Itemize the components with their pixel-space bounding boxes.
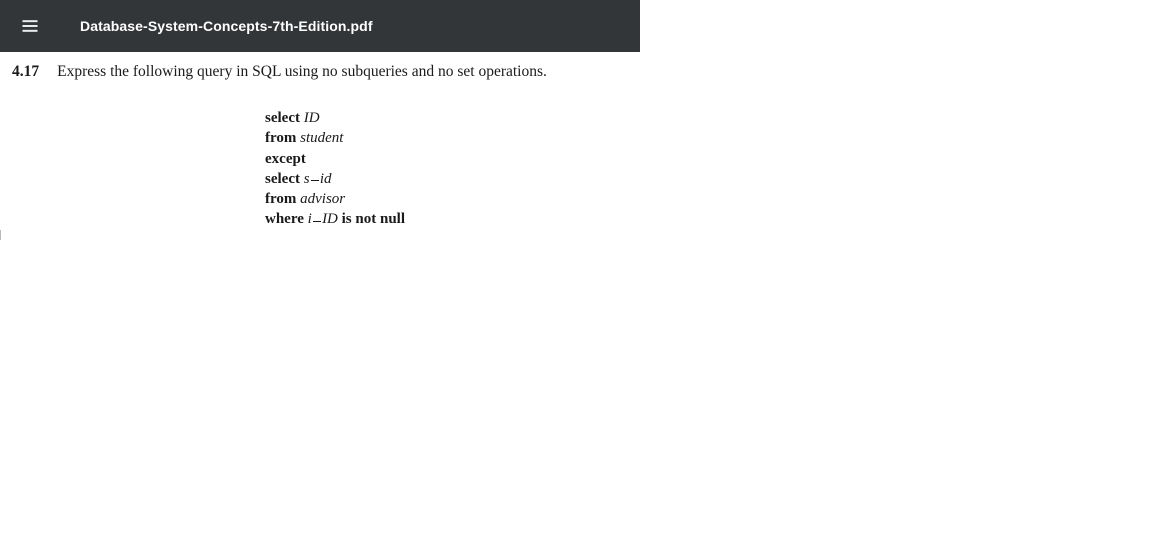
identifier-i-ID: iID — [308, 211, 338, 227]
keyword-select: select — [265, 110, 300, 126]
identifier-s-id: sid — [304, 171, 332, 187]
identifier-student: student — [300, 130, 343, 146]
keyword-is-not-null: is not null — [342, 211, 405, 227]
code-line-3: except — [265, 149, 640, 169]
underscore-icon — [311, 180, 319, 181]
code-line-1: select ID — [265, 108, 640, 128]
underscore-icon — [313, 221, 321, 222]
page-content: 4.17 Express the following query in SQL … — [0, 52, 640, 230]
code-line-6: where iID is not null — [265, 209, 640, 229]
sql-code-block: select ID from student except select sid… — [265, 108, 640, 230]
document-title: Database-System-Concepts-7th-Edition.pdf — [80, 18, 373, 34]
exercise-number: 4.17 — [12, 61, 39, 82]
identifier-advisor: advisor — [300, 191, 345, 207]
menu-icon — [20, 16, 40, 36]
exercise: 4.17 Express the following query in SQL … — [0, 52, 640, 82]
identifier-ID: ID — [304, 110, 320, 126]
keyword-select: select — [265, 171, 300, 187]
code-line-5: from advisor — [265, 189, 640, 209]
keyword-from: from — [265, 191, 296, 207]
code-line-4: select sid — [265, 169, 640, 189]
exercise-prompt: Express the following query in SQL using… — [57, 61, 628, 82]
pdf-viewer: Database-System-Concepts-7th-Edition.pdf… — [0, 0, 640, 543]
keyword-except: except — [265, 151, 306, 167]
menu-button[interactable] — [8, 4, 52, 48]
code-line-2: from student — [265, 128, 640, 148]
toolbar: Database-System-Concepts-7th-Edition.pdf — [0, 0, 640, 52]
keyword-where: where — [265, 211, 304, 227]
keyword-from: from — [265, 130, 296, 146]
